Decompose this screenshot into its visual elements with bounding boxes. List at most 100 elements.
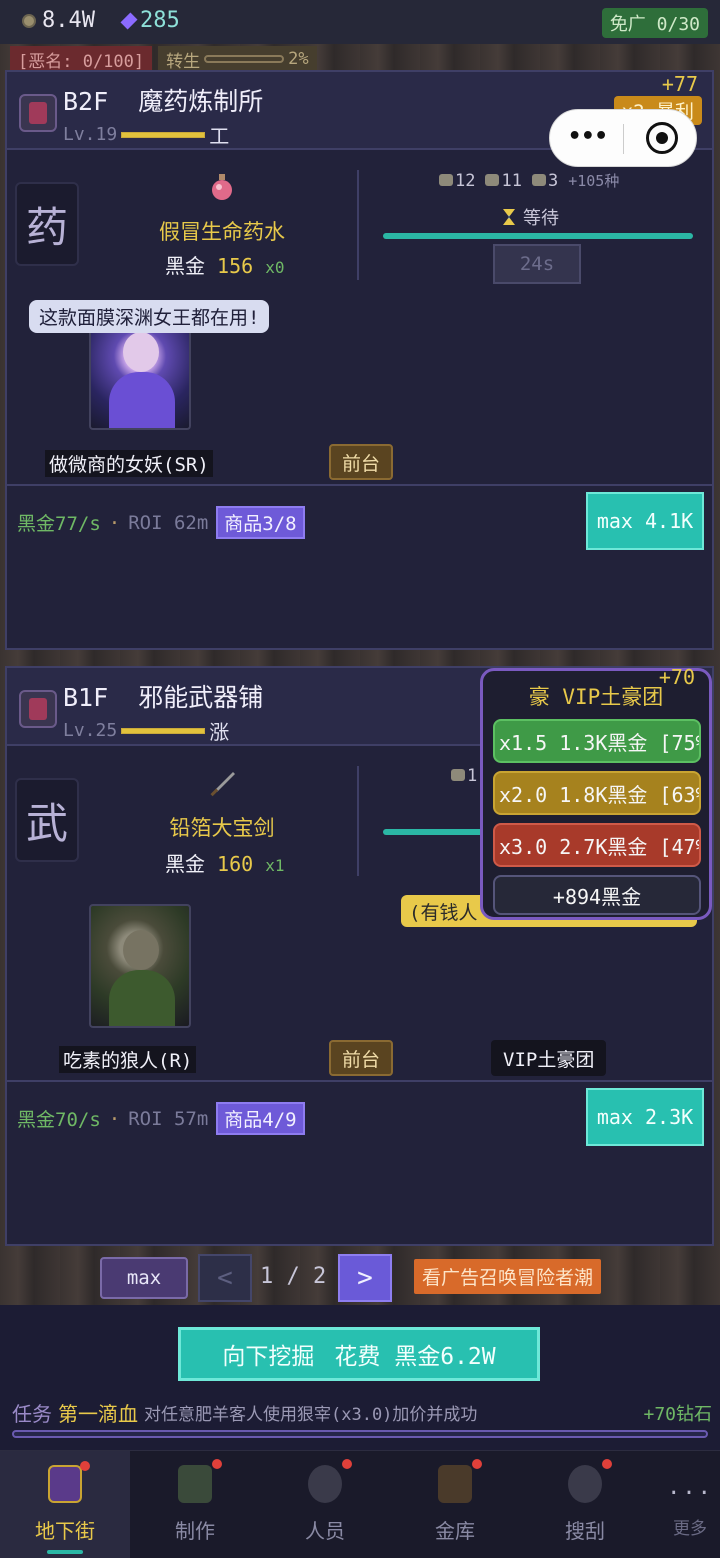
status-row: [恶名: 0/100] 转生 2%: [10, 46, 317, 72]
materials-more: +105种: [568, 172, 620, 190]
person-icon: [308, 1459, 352, 1503]
item-name[interactable]: 假冒生命药水: [147, 216, 297, 246]
more-dots-icon[interactable]: •••: [568, 124, 608, 149]
potion-icon: [212, 174, 232, 200]
skull-icon: [485, 173, 500, 186]
gold-value: 8.4W: [42, 8, 95, 33]
bonus-value: +77: [661, 72, 698, 96]
dig-down-button[interactable]: 向下挖掘 花费 黑金6.2W: [178, 1327, 540, 1381]
page-indicator: 1 / 2: [260, 1264, 327, 1289]
shop-potion-icon: [19, 94, 57, 132]
staff-name: 做微商的女妖(SR): [45, 450, 213, 477]
notification-dot: [212, 1459, 222, 1469]
income-rate: 黑金77/s · ROI 62m 商品3/8: [17, 506, 305, 539]
more-icon: ···: [667, 1481, 713, 1506]
craft-progress: [383, 233, 693, 239]
sword-icon: [210, 772, 235, 797]
wait-status: 等待: [503, 204, 559, 230]
divider: [357, 766, 359, 876]
price-option-x3-0[interactable]: x3.0 2.7K黑金 [47%: [493, 823, 701, 867]
resource-bar: 8.4W 285 免广 0/30: [0, 0, 720, 44]
quest-progress-bar: [12, 1430, 708, 1438]
level-bar: [121, 131, 206, 138]
upgrade-max-button[interactable]: max 2.3K: [586, 1088, 704, 1146]
miniprogram-capsule[interactable]: •••: [549, 109, 697, 167]
rebirth-label: 转生: [166, 51, 201, 72]
gem-counter: 285: [120, 8, 180, 33]
materials-row: 12 11 3 +105种: [439, 170, 619, 191]
front-desk-slot[interactable]: 前台: [329, 444, 393, 480]
notification-dot: [472, 1459, 482, 1469]
customer-tag[interactable]: VIP土豪团: [491, 1040, 607, 1076]
magnifier-icon: [568, 1459, 612, 1503]
ad-free-counter[interactable]: 免广 0/30: [601, 8, 708, 38]
goods-button[interactable]: 商品4/9: [216, 1102, 305, 1135]
vip-price-popup: +70 豪 VIP土豪团 x1.5 1.3K黑金 [75% x2.0 1.8K黑…: [480, 665, 712, 920]
upgrade-max-button[interactable]: max 4.1K: [586, 492, 704, 550]
category-badge: 药: [15, 182, 79, 266]
quest-row[interactable]: 任务 第一滴血 对任意肥羊客人使用狠宰(x3.0)加价并成功 +70钻石: [12, 1398, 712, 1427]
ad-summon-button[interactable]: 看广告召唤冒险者潮: [414, 1259, 602, 1294]
shop-footer: 黑金70/s · ROI 57m 商品4/9 max 2.3K: [7, 1080, 712, 1146]
accept-base-price[interactable]: +894黑金: [493, 875, 701, 915]
infamy-badge[interactable]: [恶名: 0/100]: [10, 46, 153, 72]
timer-button[interactable]: 24s: [493, 244, 581, 284]
shop-title: B2F 魔药炼制所: [63, 87, 264, 116]
notification-dot: [602, 1459, 612, 1469]
gem-icon: [120, 12, 138, 29]
level-bar: [121, 727, 206, 734]
material-3: 3: [531, 171, 558, 191]
nav-underground-street[interactable]: 地下街: [0, 1451, 130, 1558]
nav-loot[interactable]: 搜刮: [520, 1451, 650, 1558]
front-desk-slot[interactable]: 前台: [329, 1040, 393, 1076]
coin-icon: [22, 13, 36, 28]
staff-portrait[interactable]: [89, 904, 191, 1028]
category-badge: 武: [15, 778, 79, 862]
divider: [357, 170, 359, 280]
nav-more[interactable]: ··· 更多: [660, 1451, 720, 1558]
price-option-x2-0[interactable]: x2.0 1.8K黑金 [63%: [493, 771, 701, 815]
income-rate: 黑金70/s · ROI 57m 商品4/9: [17, 1102, 305, 1135]
close-target-icon[interactable]: [646, 122, 678, 154]
next-page-button[interactable]: >: [338, 1254, 392, 1302]
nav-staff[interactable]: 人员: [260, 1451, 390, 1558]
nav-craft[interactable]: 制作: [130, 1451, 260, 1558]
street-icon: [48, 1461, 90, 1503]
price-option-x1-5[interactable]: x1.5 1.3K黑金 [75%: [493, 719, 701, 763]
ore-icon: [531, 173, 546, 186]
gold-counter: 8.4W: [22, 8, 95, 33]
gem-value: 285: [140, 8, 180, 33]
rebirth-progress[interactable]: 转生 2%: [158, 46, 317, 72]
item-name[interactable]: 铅箔大宝剑: [157, 812, 287, 842]
shop-title: B1F 邪能武器铺: [63, 683, 264, 712]
shop-weapon-icon: [19, 690, 57, 728]
craft-progress: [383, 829, 493, 835]
material-2: 11: [485, 171, 522, 191]
shop-footer: 黑金77/s · ROI 62m 商品3/8 max 4.1K: [7, 484, 712, 550]
nav-vault[interactable]: 金库: [390, 1451, 520, 1558]
bottom-nav: 地下街 制作 人员 金库 搜刮 ··· 更多: [0, 1450, 720, 1558]
prev-page-button[interactable]: <: [198, 1254, 252, 1302]
bone-icon: [439, 173, 453, 186]
shop-level: Lv.19 工: [63, 120, 229, 149]
rebirth-percent: 2%: [288, 49, 309, 69]
material-1: 12: [439, 171, 475, 191]
hourglass-icon: [503, 209, 515, 225]
staff-name: 吃素的狼人(R): [59, 1046, 197, 1073]
materials-row: 1: [451, 766, 477, 786]
notification-dot: [342, 1459, 352, 1469]
level-tag: 工: [209, 124, 230, 148]
vip-title: 豪 VIP土豪团: [528, 685, 664, 709]
quest-name: 第一滴血: [58, 1402, 138, 1426]
rebirth-bar: [204, 55, 285, 63]
pager-max-button[interactable]: max: [100, 1257, 188, 1299]
shop-level: Lv.25 涨: [63, 716, 229, 745]
quest-label: 任务: [12, 1402, 52, 1426]
speech-bubble: 这款面膜深渊女王都在用!: [29, 300, 270, 333]
level-tag: 涨: [209, 720, 230, 744]
skull-icon: [451, 769, 465, 781]
quest-description: 对任意肥羊客人使用狠宰(x3.0)加价并成功: [144, 1405, 478, 1425]
chest-icon: [438, 1459, 482, 1503]
item-price: 黑金 160 x1: [165, 852, 285, 876]
goods-button[interactable]: 商品3/8: [216, 506, 305, 539]
